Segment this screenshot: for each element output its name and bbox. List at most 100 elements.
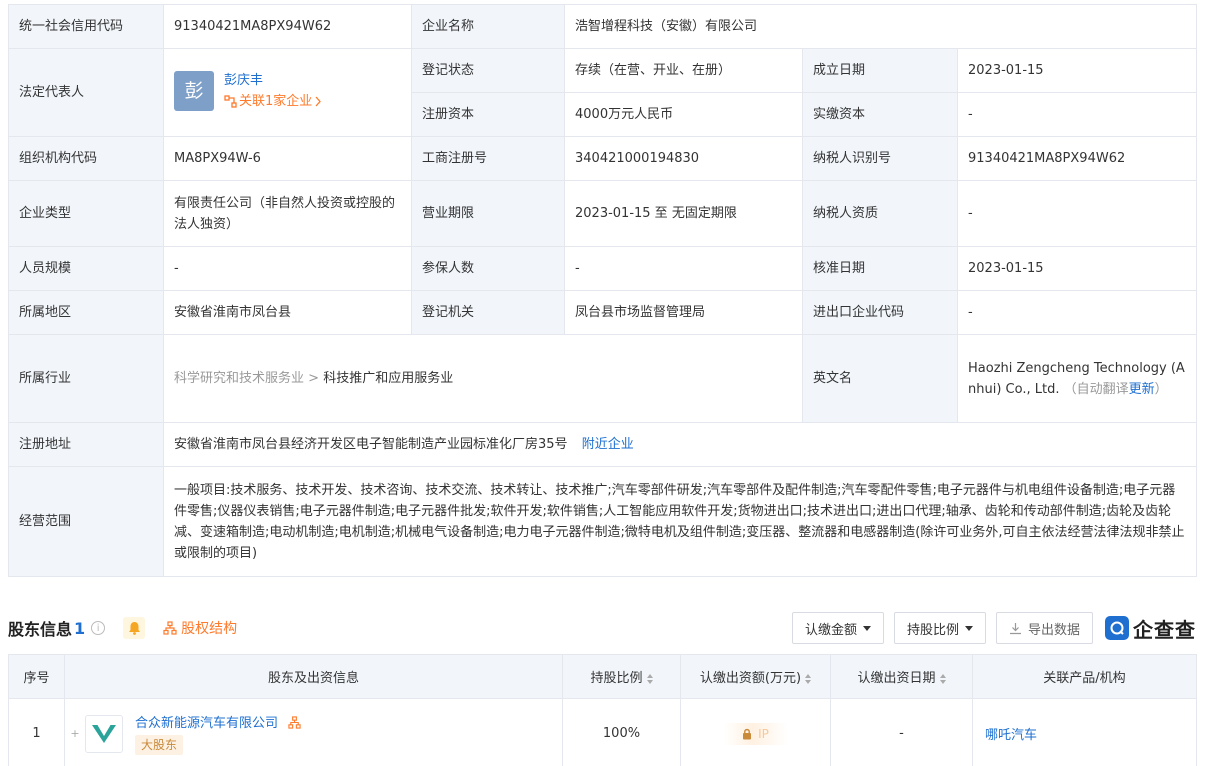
info-row: 法定代表人 彭 彭庆丰 关联1家企业 登记状态 存续（在营、开业、在册） 成立日… <box>8 48 1197 137</box>
org-code-value: MA8PX94W-6 <box>163 136 412 181</box>
approved-value: 2023-01-15 <box>957 246 1197 291</box>
industry-separator: > <box>308 371 320 386</box>
founded-label: 成立日期 <box>802 48 958 93</box>
sort-ratio-label: 持股比例 <box>906 622 959 638</box>
update-link[interactable]: 更新 <box>1129 382 1155 397</box>
col-amount[interactable]: 认缴出资额(万元) <box>680 654 831 699</box>
address-text: 安徽省淮南市凤台县经济开发区电子智能制造产业园标准化厂房35号 <box>174 437 568 452</box>
help-icon[interactable]: i <box>91 621 106 635</box>
info-row: 所属行业 科学研究和技术服务业 > 科技推广和应用服务业 英文名 Haozhi … <box>8 334 1197 423</box>
expand-icon[interactable]: + <box>65 727 85 740</box>
brand-mark-icon <box>1105 616 1129 640</box>
authority-value: 凤台县市场监督管理局 <box>564 290 803 335</box>
org-chart-icon[interactable] <box>288 716 301 729</box>
taxpayer-id-label: 纳税人识别号 <box>802 136 958 181</box>
info-row: 人员规模 - 参保人数 - 核准日期 2023-01-15 <box>8 246 1197 291</box>
col-amount-label: 认缴出资额(万元) <box>699 671 802 686</box>
info-row: 企业类型 有限责任公司（非自然人投资或控股的法人独资） 营业期限 2023-01… <box>8 180 1197 247</box>
shareholder-name-link[interactable]: 合众新能源汽车有限公司 <box>135 716 278 731</box>
related-companies-label: 关联1家企业 <box>239 94 313 109</box>
ratio-value: 100% <box>562 698 681 766</box>
reg-capital-value: 4000万元人民币 <box>564 92 803 137</box>
industry-label: 所属行业 <box>8 334 164 423</box>
staff-size-value: - <box>163 246 412 291</box>
bell-icon[interactable] <box>123 617 146 639</box>
taxpayer-qual-value: - <box>957 180 1197 247</box>
reg-capital-label: 注册资本 <box>411 92 565 137</box>
company-logo[interactable] <box>85 714 123 753</box>
info-row: 组织机构代码 MA8PX94W-6 工商注册号 340421000194830 … <box>8 136 1197 181</box>
col-ratio[interactable]: 持股比例 <box>562 654 681 699</box>
taxpayer-qual-label: 纳税人资质 <box>802 180 958 247</box>
scope-value: 一般项目:技术服务、技术开发、技术咨询、技术交流、技术转让、技术推广;汽车零部件… <box>163 466 1197 577</box>
auto-translate-close: ） <box>1154 381 1168 397</box>
col-date-label: 认缴出资日期 <box>857 671 936 686</box>
company-name-label: 企业名称 <box>411 4 565 49</box>
locked-amount[interactable]: IP <box>723 722 788 745</box>
english-name-label: 英文名 <box>802 334 958 423</box>
biz-term-label: 营业期限 <box>411 180 565 247</box>
import-export-value: - <box>957 290 1197 335</box>
founded-value: 2023-01-15 <box>957 48 1197 93</box>
shareholders-table: 序号 股东及出资信息 持股比例 认缴出资额(万元) 认缴出资日期 关联产品/机构… <box>8 654 1197 766</box>
english-name-value: Haozhi Zengcheng Technology (Anhui) Co.,… <box>957 334 1197 423</box>
industry-parent[interactable]: 科学研究和技术服务业 <box>174 371 304 386</box>
shareholders-header: 股东信息 1 i 股权结构 认缴金额 持股比例 导出数据 企查查 <box>8 612 1196 644</box>
approved-label: 核准日期 <box>802 246 958 291</box>
table-header-row: 序号 股东及出资信息 持股比例 认缴出资额(万元) 认缴出资日期 关联产品/机构 <box>8 654 1197 699</box>
address-label: 注册地址 <box>8 422 164 467</box>
major-shareholder-badge: 大股东 <box>135 735 184 755</box>
staff-size-label: 人员规模 <box>8 246 164 291</box>
company-name-value: 浩智增程科技（安徽）有限公司 <box>564 4 1197 49</box>
scope-label: 经营范围 <box>8 466 164 577</box>
paid-capital-label: 实缴资本 <box>802 92 958 137</box>
brand-logo: 企查查 <box>1105 614 1196 643</box>
related-cell: 哪吒汽车 <box>972 698 1197 766</box>
org-chart-icon <box>163 621 177 635</box>
org-code-label: 组织机构代码 <box>8 136 164 181</box>
lock-icon <box>743 728 752 739</box>
col-holder: 股东及出资信息 <box>64 654 563 699</box>
region-label: 所属地区 <box>8 290 164 335</box>
region-value: 安徽省淮南市凤台县 <box>163 290 412 335</box>
legal-rep-name-link[interactable]: 彭庆丰 <box>224 70 401 91</box>
section-title: 股东信息 <box>8 620 73 639</box>
related-companies-link[interactable]: 关联1家企业 <box>224 91 322 112</box>
col-index: 序号 <box>8 654 65 699</box>
taxpayer-id-value: 91340421MA8PX94W62 <box>957 136 1197 181</box>
reg-status-value: 存续（在营、开业、在册） <box>564 48 803 93</box>
paid-capital-value: - <box>957 92 1197 137</box>
address-value: 安徽省淮南市凤台县经济开发区电子智能制造产业园标准化厂房35号 附近企业 <box>163 422 1197 467</box>
sort-amount-button[interactable]: 认缴金额 <box>791 612 884 644</box>
col-date[interactable]: 认缴出资日期 <box>830 654 973 699</box>
import-export-label: 进出口企业代码 <box>802 290 958 335</box>
sort-icon <box>939 673 946 684</box>
company-type-value: 有限责任公司（非自然人投资或控股的法人独资） <box>163 180 412 247</box>
caret-down-icon <box>862 625 871 631</box>
related-product-link[interactable]: 哪吒汽车 <box>985 728 1037 743</box>
col-related: 关联产品/机构 <box>972 654 1197 699</box>
holder-cell: + 合众新能源汽车有限公司 大股东 <box>64 698 563 766</box>
brand-name: 企查查 <box>1133 617 1196 642</box>
legal-rep-cell: 彭 彭庆丰 关联1家企业 <box>163 48 412 137</box>
export-button[interactable]: 导出数据 <box>995 612 1093 644</box>
credit-code-value: 91340421MA8PX94W62 <box>163 4 412 49</box>
insured-value: - <box>564 246 803 291</box>
amount-cell[interactable]: IP <box>680 698 831 766</box>
industry-child: 科技推广和应用服务业 <box>323 371 454 386</box>
amount-blur-text: IP <box>758 726 769 741</box>
credit-code-label: 统一社会信用代码 <box>8 4 164 49</box>
avatar[interactable]: 彭 <box>174 71 214 111</box>
biz-reg-no-label: 工商注册号 <box>411 136 565 181</box>
nearby-companies-link[interactable]: 附近企业 <box>582 437 634 452</box>
download-icon <box>1009 622 1021 634</box>
sort-ratio-button[interactable]: 持股比例 <box>893 612 986 644</box>
equity-structure-link[interactable]: 股权结构 <box>163 618 237 638</box>
insured-label: 参保人数 <box>411 246 565 291</box>
table-row: 1 + 合众新能源汽车有限公司 大股东 100% IP - 哪吒汽车 <box>8 698 1197 766</box>
biz-reg-no-value: 340421000194830 <box>564 136 803 181</box>
chevron-right-icon <box>315 96 322 107</box>
info-row: 所属地区 安徽省淮南市凤台县 登记机关 凤台县市场监督管理局 进出口企业代码 - <box>8 290 1197 335</box>
relation-icon <box>224 95 237 108</box>
info-row: 经营范围 一般项目:技术服务、技术开发、技术咨询、技术交流、技术转让、技术推广;… <box>8 466 1197 577</box>
